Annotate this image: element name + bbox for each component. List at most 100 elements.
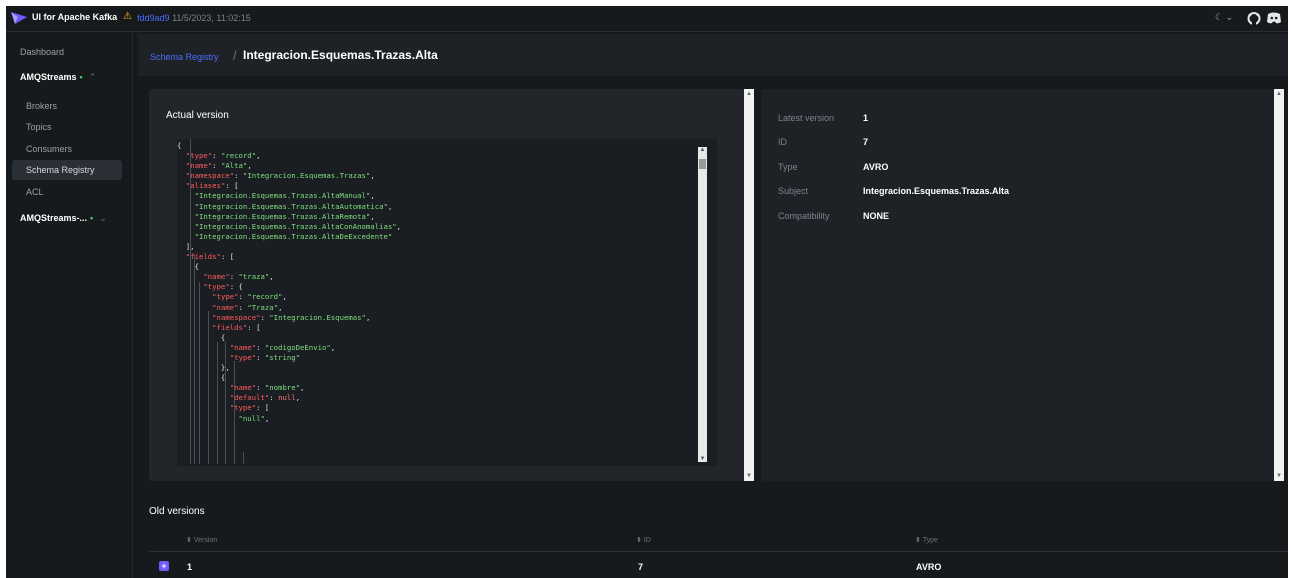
sidebar-item-schema-registry[interactable]: Schema Registry: [12, 160, 122, 180]
page-title: Integracion.Esquemas.Trazas.Alta: [243, 48, 438, 62]
detail-value: 1: [863, 113, 869, 123]
sidebar-item-brokers[interactable]: Brokers: [6, 96, 124, 116]
scrollbar-thumb[interactable]: [699, 159, 706, 169]
code-token: "name": [229, 383, 257, 393]
scroll-up-arrow-icon[interactable]: ▲: [1274, 91, 1284, 97]
code-token: null: [278, 393, 296, 403]
commit-date: 11/5/2023, 11:02:15: [172, 13, 251, 23]
code-token: :: [256, 352, 265, 362]
code-line: "name": "nombre",: [177, 383, 401, 393]
column-header-version[interactable]: ⬍ Version: [186, 536, 217, 544]
code-token: : [: [225, 181, 239, 191]
cell-id: 7: [638, 562, 644, 572]
chevron-down-icon[interactable]: ⌄: [99, 213, 107, 223]
code-token: "Alta": [220, 161, 248, 171]
code-line: "fields": [: [177, 323, 401, 333]
scroll-up-arrow-icon[interactable]: ▲: [698, 147, 707, 153]
detail-value: AVRO: [863, 162, 889, 172]
scroll-down-arrow-icon[interactable]: ▼: [698, 456, 707, 462]
old-versions-heading: Old versions: [149, 506, 205, 517]
column-header-id[interactable]: ⬍ ID: [636, 536, 651, 544]
app-title[interactable]: UI for Apache Kafka: [32, 12, 117, 22]
sidebar-item-dashboard[interactable]: Dashboard: [6, 42, 124, 62]
code-token: {: [177, 141, 182, 150]
indent-guide: [243, 452, 244, 464]
sidebar-item-topics[interactable]: Topics: [6, 117, 124, 137]
cluster-amqstreams[interactable]: AMQStreams • ⌃: [20, 72, 96, 83]
code-line: "null",: [177, 414, 401, 424]
code-line: "Integracion.Esquemas.Trazas.AltaRemota"…: [177, 212, 401, 222]
expand-row-plus-icon[interactable]: +: [159, 561, 169, 571]
column-header-label: Version: [193, 537, 218, 544]
kafka-ui-logo-icon[interactable]: [11, 11, 27, 25]
code-token: :: [238, 292, 248, 302]
schema-code-editor[interactable]: { "type": "record", "name": "Alta", "nam…: [177, 139, 717, 466]
code-token: ,: [330, 342, 336, 352]
sidebar-item-acl[interactable]: ACL: [6, 182, 124, 202]
code-token: "record": [247, 292, 283, 302]
code-token: "namespace": [185, 171, 235, 181]
scroll-down-arrow-icon[interactable]: ▼: [744, 473, 754, 479]
code-token: : {: [229, 282, 243, 292]
code-token: :: [269, 393, 279, 403]
github-icon[interactable]: [1246, 10, 1262, 26]
sort-icon: ⬍: [636, 537, 642, 544]
theme-toggle[interactable]: ☾ ⌄: [1215, 12, 1233, 23]
code-line: "name": "Traza",: [177, 303, 401, 313]
commit-hash-link[interactable]: fdd9ad9: [137, 13, 170, 23]
code-token: "nombre": [264, 383, 301, 393]
schema-details-panel: Latest version 1 ID 7 Type AVRO Subject Inte…: [761, 89, 1274, 481]
detail-label: Type: [778, 162, 798, 172]
code-token: ,: [387, 201, 393, 211]
detail-latest-version: Latest version 1: [778, 113, 868, 123]
cluster-amqstreams-2[interactable]: AMQStreams-... • ⌄: [20, 213, 107, 224]
breadcrumb-schema-registry-link[interactable]: Schema Registry: [150, 52, 219, 62]
breadcrumb: Schema Registry / Integracion.Esquemas.T…: [138, 34, 1288, 76]
scroll-down-arrow-icon[interactable]: ▼: [1274, 473, 1284, 479]
cell-type: AVRO: [916, 562, 942, 572]
detail-label: ID: [778, 137, 787, 147]
code-token: "Integracion.Esquemas.Trazas.AltaManual": [194, 191, 371, 201]
chevron-up-icon[interactable]: ⌃: [89, 72, 97, 82]
code-token: ,: [264, 413, 270, 423]
code-token: :: [229, 272, 239, 282]
left-panel-scrollbar[interactable]: ▲ ▼: [744, 89, 754, 481]
right-panel-scrollbar[interactable]: ▲ ▼: [1274, 89, 1284, 481]
code-line: {: [177, 141, 401, 151]
actual-version-heading: Actual version: [166, 110, 229, 121]
sidebar-item-label: ACL: [26, 187, 44, 197]
column-header-type[interactable]: ⬍ Type: [915, 536, 938, 544]
status-dot-icon: •: [90, 213, 94, 223]
code-line: "type": "record",: [177, 151, 401, 161]
code-token: "Integracion.Esquemas.Trazas.AltaRemota": [194, 211, 371, 221]
sidebar-item-label: Consumers: [26, 144, 73, 154]
discord-icon[interactable]: [1266, 10, 1282, 26]
sidebar-item-consumers[interactable]: Consumers: [6, 139, 124, 159]
schema-json-text[interactable]: { "type": "record", "name": "Alta", "nam…: [177, 141, 401, 424]
code-token: "record": [220, 151, 257, 161]
code-line: "type": {: [177, 282, 401, 292]
code-token: ,: [365, 312, 371, 322]
code-token: :: [260, 312, 270, 322]
code-token: "Integracion.Esquemas": [269, 312, 366, 322]
code-token: "name": [229, 342, 257, 352]
code-line: "Integracion.Esquemas.Trazas.AltaConAnom…: [177, 221, 402, 232]
code-token: {: [177, 373, 226, 383]
code-scrollbar[interactable]: ▲ ▼: [698, 147, 707, 462]
code-line: {: [177, 373, 401, 383]
scroll-up-arrow-icon[interactable]: ▲: [744, 91, 754, 97]
code-token: ,: [396, 221, 402, 231]
code-line: ],: [177, 242, 401, 252]
code-token: "type": [229, 403, 257, 413]
